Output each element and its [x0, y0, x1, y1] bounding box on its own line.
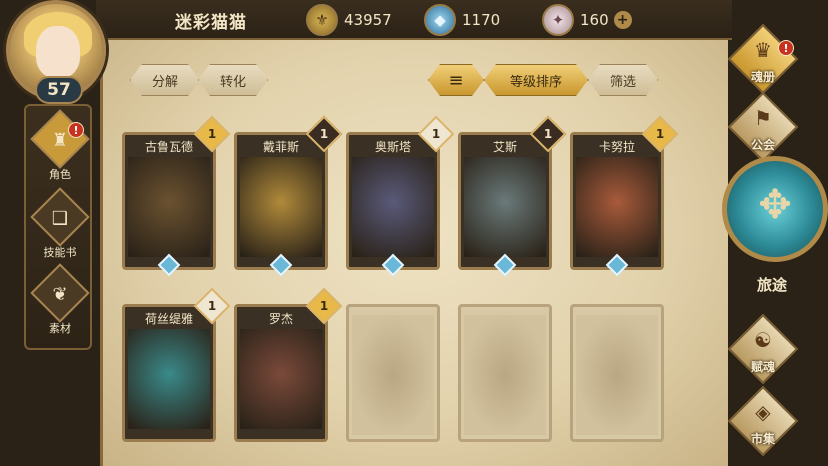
menu-item-skill-book[interactable]: ❑ 技能书 — [26, 187, 94, 264]
filter-button[interactable]: 筛选 — [588, 64, 658, 96]
journey-compass-icon: ✥ — [758, 182, 792, 228]
hero-card[interactable]: 罗杰 1 — [234, 287, 343, 442]
hero-portrait — [576, 157, 658, 257]
star-rank-value: 1 — [431, 127, 441, 141]
soul-infuse-icon: ☯ — [754, 328, 772, 352]
hero-card[interactable]: 奥斯塔 1 — [346, 115, 455, 277]
gold-coin-icon: ⚜ — [306, 4, 338, 36]
sort-by-level-button[interactable]: 等级排序 — [484, 64, 588, 96]
gem-value: 160 — [580, 11, 609, 29]
menu-label-material: 素材 — [49, 322, 71, 335]
character-alert-icon: ! — [68, 122, 84, 138]
star-rank-value: 1 — [543, 127, 553, 141]
star-rank-value: 1 — [319, 127, 329, 141]
hero-portrait — [240, 157, 322, 257]
nav-label-market: 市集 — [750, 432, 775, 446]
crystal-icon: ◆ — [424, 4, 456, 36]
hero-card[interactable]: 戴菲斯 1 — [234, 115, 343, 277]
market-icon: ◈ — [755, 400, 771, 424]
star-rank-value: 1 — [655, 127, 665, 141]
nav-soul-infuse[interactable]: ☯ 赋魂 — [727, 313, 799, 385]
add-gem-button[interactable]: + — [613, 11, 632, 29]
nav-label-guild: 公会 — [750, 138, 775, 152]
locked-hero-silhouette — [576, 315, 658, 435]
player-name: 迷彩猫猫 — [175, 13, 247, 33]
gold-value: 43957 — [344, 11, 392, 29]
star-rank-value: 1 — [319, 299, 329, 313]
nav-label-soul-infuse: 赋魂 — [750, 360, 775, 374]
journey-label: 旅途 — [756, 276, 787, 294]
menu-item-character[interactable]: ♜ 角色 ! — [26, 109, 94, 186]
menu-label-skill-book: 技能书 — [43, 246, 77, 259]
star-rank-value: 1 — [207, 299, 217, 313]
crystal-value: 1170 — [462, 11, 501, 29]
hero-portrait — [352, 157, 434, 257]
hero-card[interactable]: 荷丝缇雅 1 — [122, 287, 231, 442]
crystal-currency: ◆ 1170 — [424, 4, 500, 36]
soul-book-alert-icon: ! — [778, 40, 794, 56]
star-rank-value: 1 — [207, 127, 217, 141]
gold-currency: ⚜ 43957 — [306, 4, 392, 36]
gem-currency: ✦ 160 + — [542, 4, 632, 36]
skill-book-icon: ❑ — [51, 207, 69, 229]
menu-item-material[interactable]: ❦ 素材 — [26, 263, 94, 340]
locked-hero-card[interactable] — [570, 304, 664, 442]
convert-button[interactable]: 转化 — [198, 64, 268, 96]
hero-card[interactable]: 卡努拉 1 — [570, 115, 679, 277]
locked-hero-silhouette — [352, 315, 434, 435]
guild-icon: ⚑ — [754, 106, 772, 130]
hero-card[interactable]: 古鲁瓦德 1 — [122, 115, 231, 277]
left-menu: ♜ 角色 ! ❑ 技能书 ❦ 素材 — [24, 104, 92, 350]
hero-portrait — [464, 157, 546, 257]
hero-card[interactable]: 艾斯 1 — [458, 115, 567, 277]
hero-portrait — [128, 157, 210, 257]
level-badge: 57 — [35, 76, 83, 104]
material-icon: ❦ — [52, 283, 68, 305]
gem-icon: ✦ — [542, 4, 574, 36]
nav-soul-book[interactable]: ♛ 魂册 ! — [727, 23, 799, 95]
menu-label-character: 角色 — [49, 168, 71, 181]
top-bar: 迷彩猫猫 ⚜ 43957 ◆ 1170 ✦ 160 + — [96, 0, 732, 40]
nav-market[interactable]: ◈ 市集 — [727, 385, 799, 457]
hero-portrait — [128, 329, 210, 429]
nav-label-soul-book: 魂册 — [750, 70, 775, 84]
hero-portrait — [240, 329, 322, 429]
locked-hero-card[interactable] — [346, 304, 440, 442]
locked-hero-card[interactable] — [458, 304, 552, 442]
decompose-button[interactable]: 分解 — [130, 64, 200, 96]
journey-button[interactable]: ✥ 旅途 — [716, 152, 828, 300]
locked-hero-silhouette — [464, 315, 546, 435]
